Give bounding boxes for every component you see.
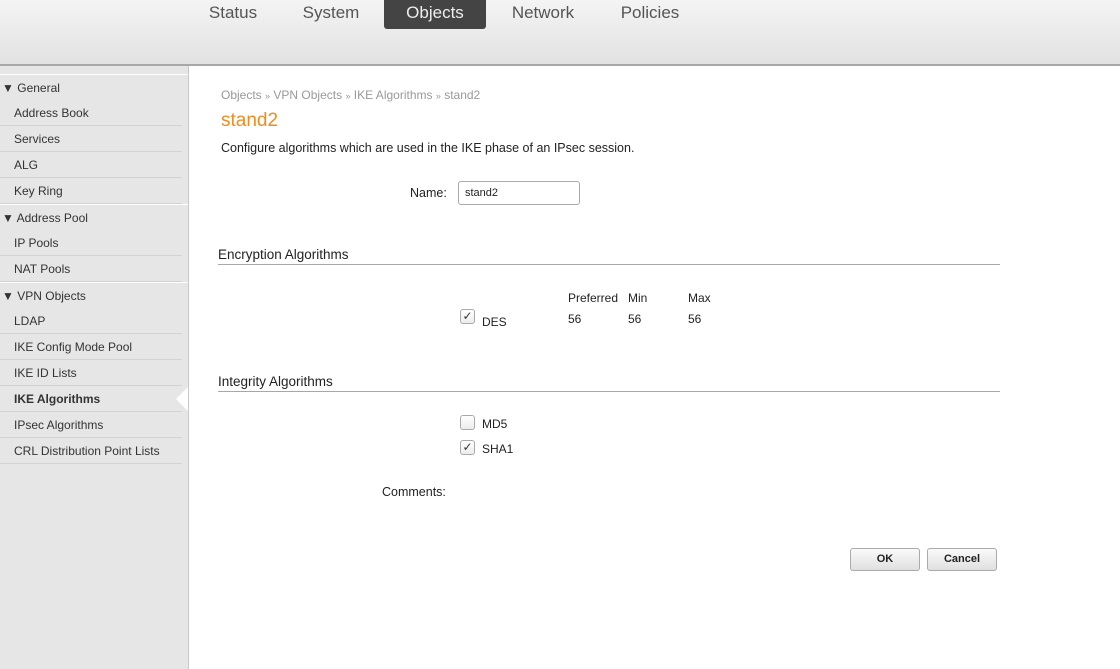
active-indicator: [176, 387, 188, 411]
des-checkbox[interactable]: ✓: [460, 309, 475, 324]
breadcrumb-sep: »: [435, 91, 441, 101]
breadcrumb-vpn-objects[interactable]: VPN Objects: [273, 88, 342, 102]
sidebar-item-ipsec-algorithms[interactable]: IPsec Algorithms: [0, 412, 182, 438]
triangle-down-icon: ▼: [2, 211, 14, 225]
sidebar-item-ip-pools[interactable]: IP Pools: [0, 230, 182, 256]
section-label: General: [17, 81, 60, 95]
sidebar-item-services[interactable]: Services: [0, 126, 182, 152]
sidebar-item-label: Key Ring: [14, 184, 63, 198]
tab-system[interactable]: System: [290, 0, 372, 29]
sidebar-item-address-book[interactable]: Address Book: [0, 100, 182, 126]
ok-button[interactable]: OK: [850, 548, 920, 571]
triangle-down-icon: ▼: [2, 81, 14, 95]
name-input[interactable]: [458, 181, 580, 205]
md5-checkbox[interactable]: [460, 415, 475, 430]
sha1-label: SHA1: [482, 442, 514, 456]
check-icon: ✓: [462, 440, 473, 454]
sidebar-item-label: ALG: [14, 158, 39, 172]
sidebar-item-nat-pools[interactable]: NAT Pools: [0, 256, 182, 282]
section-label: VPN Objects: [17, 289, 86, 303]
tab-objects[interactable]: Objects: [384, 0, 486, 29]
sidebar-item-label: IP Pools: [14, 236, 59, 250]
breadcrumb-sep: »: [345, 91, 351, 101]
breadcrumb-ike-algorithms[interactable]: IKE Algorithms: [354, 88, 433, 102]
breadcrumb-objects[interactable]: Objects: [221, 88, 262, 102]
sidebar-item-label: Address Book: [14, 106, 89, 120]
col-min: Min: [628, 291, 648, 305]
integrity-heading: Integrity Algorithms: [218, 374, 1000, 392]
tab-policies[interactable]: Policies: [606, 0, 694, 29]
des-preferred: 56: [568, 312, 582, 326]
section-label: Address Pool: [16, 211, 88, 225]
sidebar-item-label: Services: [14, 132, 61, 146]
sidebar-item-key-ring[interactable]: Key Ring: [0, 178, 182, 204]
cancel-button[interactable]: Cancel: [927, 548, 997, 571]
name-label: Name:: [410, 186, 447, 200]
sidebar-section-address-pool[interactable]: ▼ Address Pool: [0, 204, 188, 230]
comments-label: Comments:: [382, 485, 446, 499]
sidebar-item-ike-algorithms[interactable]: IKE Algorithms: [0, 386, 188, 412]
col-max: Max: [688, 291, 711, 305]
sidebar-item-label: IKE Config Mode Pool: [14, 340, 133, 354]
col-preferred: Preferred: [568, 291, 619, 305]
sidebar-item-ike-id-lists[interactable]: IKE ID Lists: [0, 360, 182, 386]
sidebar-item-alg[interactable]: ALG: [0, 152, 182, 178]
sidebar-item-label: LDAP: [14, 314, 46, 328]
sidebar-item-label: IKE Algorithms: [14, 392, 101, 406]
sidebar-section-vpn-objects[interactable]: ▼ VPN Objects: [0, 282, 188, 308]
des-max: 56: [688, 312, 702, 326]
sidebar-item-label: IKE ID Lists: [14, 366, 77, 380]
breadcrumb-sep: »: [265, 91, 271, 101]
sidebar-item-label: CRL Distribution Point Lists: [14, 444, 160, 458]
sha1-checkbox[interactable]: ✓: [460, 440, 475, 455]
des-label: DES: [482, 315, 507, 329]
top-nav: Status System Objects Network Policies: [0, 0, 1120, 66]
breadcrumb-current: stand2: [444, 88, 481, 102]
des-min: 56: [628, 312, 642, 326]
triangle-down-icon: ▼: [2, 289, 14, 303]
sidebar-item-crl-distribution-point-lists[interactable]: CRL Distribution Point Lists: [0, 438, 182, 464]
page-title: stand2: [221, 110, 279, 131]
encryption-heading: Encryption Algorithms: [218, 247, 1000, 265]
breadcrumb: Objects » VPN Objects » IKE Algorithms »…: [221, 88, 480, 102]
sidebar-item-label: IPsec Algorithms: [14, 418, 104, 432]
sidebar-item-label: NAT Pools: [14, 262, 71, 276]
sidebar-item-ike-config-mode-pool[interactable]: IKE Config Mode Pool: [0, 334, 182, 360]
md5-label: MD5: [482, 417, 508, 431]
tab-status[interactable]: Status: [194, 0, 272, 29]
sidebar-item-ldap[interactable]: LDAP: [0, 308, 182, 334]
page-description: Configure algorithms which are used in t…: [221, 141, 635, 155]
sidebar-section-general[interactable]: ▼ General: [0, 74, 188, 100]
check-icon: ✓: [462, 309, 473, 323]
sidebar: ▼ General Address Book Services ALG Key Ring…: [0, 66, 189, 669]
tab-network[interactable]: Network: [500, 0, 586, 29]
